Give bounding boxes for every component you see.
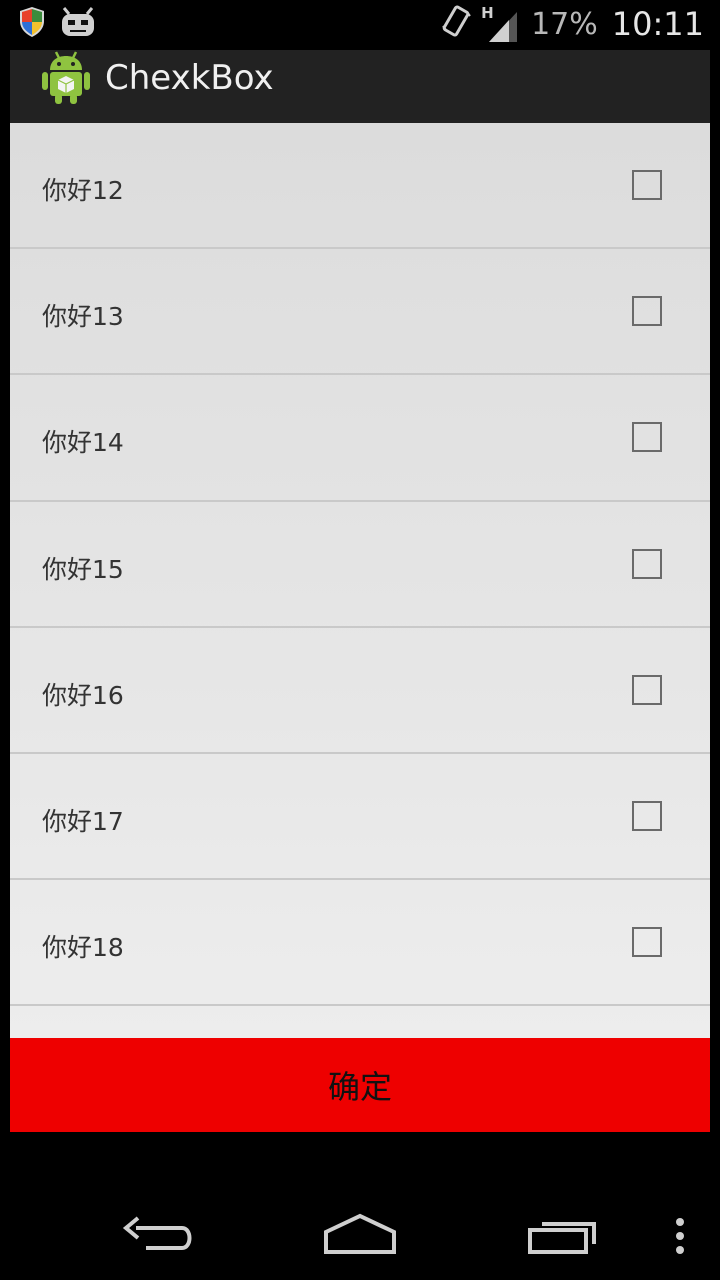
list-item-label: 你好14 bbox=[42, 428, 124, 458]
status-bar: H 17% 10:11 bbox=[0, 0, 720, 50]
app-title: ChexkBox bbox=[105, 58, 274, 98]
status-left bbox=[18, 6, 96, 42]
confirm-button-label: 确定 bbox=[327, 1068, 392, 1106]
list-item-label: 你好16 bbox=[42, 680, 124, 710]
shield-icon bbox=[18, 6, 46, 42]
overflow-menu-icon[interactable] bbox=[672, 1216, 688, 1256]
navigation-bar bbox=[0, 1132, 720, 1280]
checkbox[interactable] bbox=[632, 927, 662, 958]
list-item[interactable]: 你好15 bbox=[10, 502, 710, 628]
confirm-button[interactable]: 确定 bbox=[10, 1038, 710, 1132]
list-item[interactable]: 你好13 bbox=[10, 249, 710, 376]
android-robot-icon bbox=[60, 6, 96, 42]
list-item-label: 你好17 bbox=[42, 806, 124, 836]
signal-h-icon: H bbox=[481, 4, 521, 42]
list-item[interactable]: 你好16 bbox=[10, 628, 710, 754]
list-item-label: 你好15 bbox=[42, 554, 124, 584]
checkbox[interactable] bbox=[632, 296, 662, 327]
list-item-label: 你好12 bbox=[42, 176, 124, 205]
checkbox[interactable] bbox=[632, 422, 662, 453]
checkbox[interactable] bbox=[632, 800, 662, 831]
battery-level: 17% bbox=[531, 6, 598, 42]
list-item[interactable]: 你好14 bbox=[10, 375, 710, 502]
list-item[interactable]: 你好18 bbox=[10, 880, 710, 1007]
clock: 10:11 bbox=[611, 5, 704, 43]
list-item[interactable]: 你好12 bbox=[10, 123, 710, 250]
list-item[interactable]: 你好17 bbox=[10, 754, 710, 881]
checkbox-list[interactable]: 你好12 你好13 你好14 你好15 你好16 你好17 你好18 bbox=[10, 123, 710, 1038]
action-bar: ChexkBox bbox=[10, 50, 710, 123]
vibrate-icon bbox=[441, 4, 471, 44]
checkbox[interactable] bbox=[632, 548, 662, 579]
status-right: H 17% 10:11 bbox=[441, 4, 704, 44]
checkbox[interactable] bbox=[632, 170, 662, 200]
list-item-label: 你好18 bbox=[42, 933, 124, 963]
back-icon[interactable] bbox=[122, 1214, 198, 1258]
checkbox[interactable] bbox=[632, 674, 662, 705]
home-icon[interactable] bbox=[322, 1212, 398, 1256]
android-app-icon bbox=[40, 50, 92, 106]
list-item-label: 你好13 bbox=[42, 302, 124, 332]
app-window: ChexkBox 你好12 你好13 你好14 你好15 你好16 你好17 你… bbox=[10, 50, 710, 1132]
recents-icon[interactable] bbox=[526, 1216, 602, 1256]
